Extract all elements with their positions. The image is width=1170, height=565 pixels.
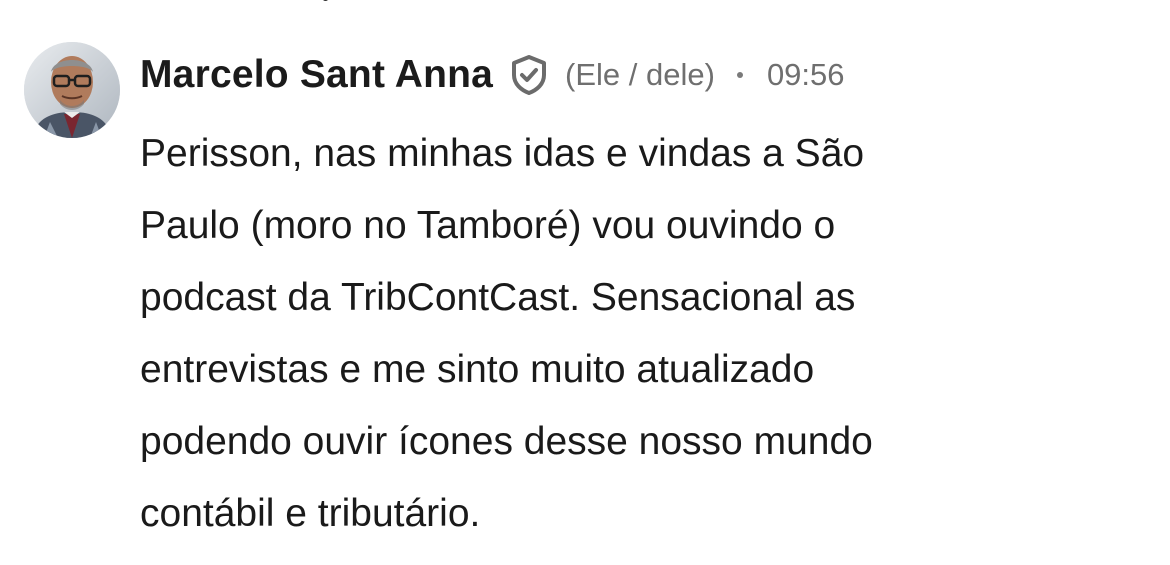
- author-name[interactable]: Marcelo Sant Anna: [140, 53, 493, 97]
- comment-timestamp[interactable]: 09:56: [767, 57, 845, 93]
- avatar[interactable]: [24, 42, 120, 138]
- comment-body-line: Perisson, nas minhas idas e vindas a São: [140, 132, 865, 175]
- separator-dot: [736, 72, 743, 78]
- previous-message-fragment: [318, 0, 334, 6]
- comment-body-line: podcast da TribContCast. Sensacional as: [140, 276, 856, 319]
- avatar-photo-icon: [24, 42, 120, 138]
- comment-header: Marcelo Sant Anna (Ele / dele) 09:56: [140, 50, 845, 100]
- cedilla-fragment: [322, 0, 329, 1]
- comment-body: Perisson, nas minhas idas e vindas a São…: [140, 118, 1140, 550]
- comment-body-line: contábil e tributário.: [140, 492, 481, 535]
- verified-shield-icon[interactable]: [507, 53, 551, 97]
- comment-body-line: entrevistas e me sinto muito atualizado: [140, 348, 815, 391]
- comment-body-line: Paulo (moro no Tamboré) vou ouvindo o: [140, 204, 836, 247]
- comment-body-line: podendo ouvir ícones desse nosso mundo: [140, 420, 873, 463]
- author-pronouns: (Ele / dele): [565, 57, 715, 92]
